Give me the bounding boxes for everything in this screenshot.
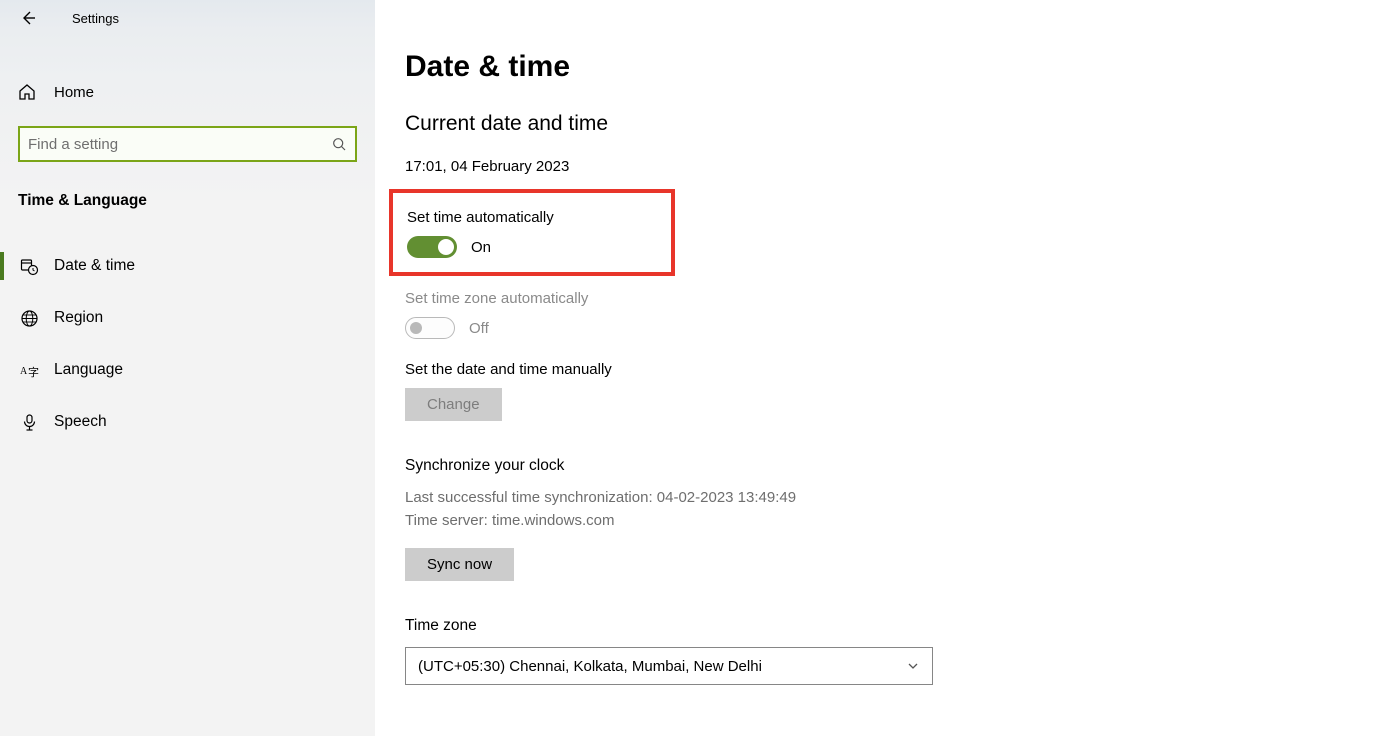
set-tz-auto-block: Set time zone automatically Off bbox=[405, 290, 1381, 339]
nav-label: Date & time bbox=[54, 257, 135, 275]
change-button: Change bbox=[405, 388, 502, 421]
current-datetime: 17:01, 04 February 2023 bbox=[405, 158, 1381, 175]
nav-item-date-time[interactable]: Date & time bbox=[0, 240, 375, 292]
search-box[interactable] bbox=[18, 126, 357, 162]
microphone-icon bbox=[18, 411, 40, 433]
home-link[interactable]: Home bbox=[0, 68, 375, 116]
set-time-auto-toggle[interactable] bbox=[407, 236, 457, 258]
highlight-set-time-auto: Set time automatically On bbox=[389, 189, 675, 276]
set-tz-auto-state: Off bbox=[469, 320, 489, 337]
set-time-auto-control: On bbox=[407, 236, 657, 258]
header-row: Settings bbox=[0, 0, 375, 36]
svg-text:字: 字 bbox=[28, 365, 39, 379]
nav-item-region[interactable]: Region bbox=[0, 292, 375, 344]
home-icon bbox=[18, 83, 40, 101]
timezone-selected: (UTC+05:30) Chennai, Kolkata, Mumbai, Ne… bbox=[418, 658, 762, 675]
sync-heading: Synchronize your clock bbox=[405, 457, 1381, 475]
globe-icon bbox=[18, 307, 40, 329]
back-icon[interactable] bbox=[14, 4, 42, 32]
set-tz-auto-label: Set time zone automatically bbox=[405, 290, 1381, 307]
set-time-auto-label: Set time automatically bbox=[407, 209, 657, 226]
sync-now-button[interactable]: Sync now bbox=[405, 548, 514, 581]
sync-server: Time server: time.windows.com bbox=[405, 510, 1381, 533]
calendar-clock-icon bbox=[18, 255, 40, 277]
main-content: Date & time Current date and time 17:01,… bbox=[375, 0, 1381, 736]
sync-last: Last successful time synchronization: 04… bbox=[405, 487, 1381, 510]
set-tz-auto-toggle bbox=[405, 317, 455, 339]
set-manual-block: Set the date and time manually Change bbox=[405, 361, 1381, 421]
timezone-block: Time zone (UTC+05:30) Chennai, Kolkata, … bbox=[405, 617, 1381, 685]
current-heading: Current date and time bbox=[405, 112, 1381, 136]
chevron-down-icon bbox=[906, 659, 920, 673]
set-time-auto-state: On bbox=[471, 239, 491, 256]
sync-block: Synchronize your clock Last successful t… bbox=[405, 457, 1381, 581]
nav-label: Language bbox=[54, 361, 123, 379]
set-tz-auto-control: Off bbox=[405, 317, 1381, 339]
nav-label: Region bbox=[54, 309, 103, 327]
search-icon bbox=[332, 137, 347, 152]
home-label: Home bbox=[54, 84, 94, 101]
app-title: Settings bbox=[72, 11, 119, 26]
set-manual-label: Set the date and time manually bbox=[405, 361, 1381, 378]
sidebar: Settings Home Time & Language Date & tim… bbox=[0, 0, 375, 736]
svg-text:A: A bbox=[20, 366, 28, 377]
timezone-select[interactable]: (UTC+05:30) Chennai, Kolkata, Mumbai, Ne… bbox=[405, 647, 933, 685]
nav-item-speech[interactable]: Speech bbox=[0, 396, 375, 448]
category-title: Time & Language bbox=[18, 192, 375, 210]
nav-list: Date & time Region A字 Language Speech bbox=[0, 240, 375, 448]
nav-item-language[interactable]: A字 Language bbox=[0, 344, 375, 396]
language-icon: A字 bbox=[18, 359, 40, 381]
sync-info: Last successful time synchronization: 04… bbox=[405, 487, 1381, 532]
page-title: Date & time bbox=[405, 50, 1381, 84]
timezone-label: Time zone bbox=[405, 617, 1381, 635]
nav-label: Speech bbox=[54, 413, 107, 431]
search-input[interactable] bbox=[28, 136, 332, 153]
